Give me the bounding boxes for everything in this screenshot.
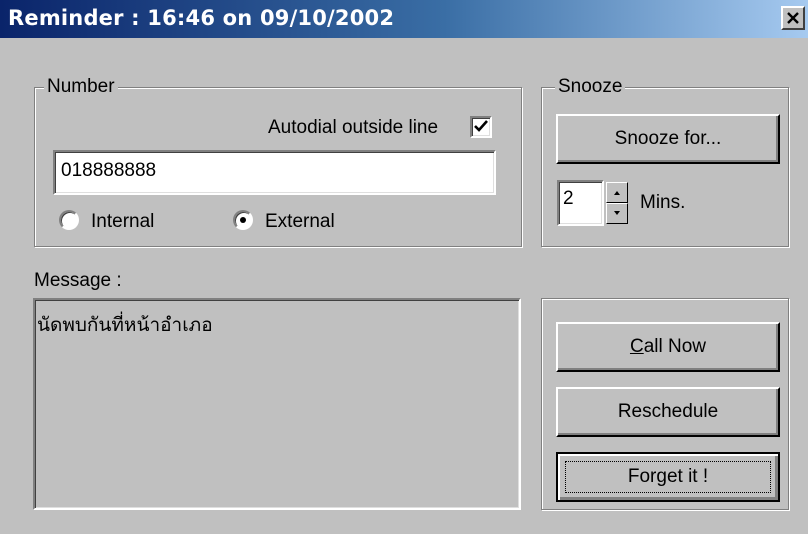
minutes-spinner-input[interactable]: 2 xyxy=(557,180,604,226)
call-now-label: Call Now xyxy=(629,336,707,357)
close-icon xyxy=(787,12,799,24)
window-title: Reminder : 16:46 on 09/10/2002 xyxy=(8,6,395,30)
message-text: นัดพบกันที่หน้าอำเภอ xyxy=(37,314,213,336)
radio-external-label: External xyxy=(265,211,335,232)
autodial-label: Autodial outside line xyxy=(268,117,439,138)
phone-number-input[interactable]: 018888888 xyxy=(53,150,496,195)
snooze-group-legend: Snooze xyxy=(555,77,626,97)
message-label: Message : xyxy=(34,270,122,291)
minutes-value: 2 xyxy=(563,188,574,209)
radio-selected-dot xyxy=(240,217,246,223)
radio-external[interactable] xyxy=(233,210,253,230)
spin-up-button[interactable] xyxy=(606,182,628,203)
reschedule-button[interactable]: Reschedule xyxy=(556,387,780,437)
forget-button[interactable]: Forget it ! xyxy=(556,452,780,502)
arrow-up-icon xyxy=(614,191,620,195)
forget-label: Forget it ! xyxy=(627,466,709,487)
checkmark-icon xyxy=(474,120,488,132)
call-now-button[interactable]: Call Now xyxy=(556,322,780,372)
mins-label: Mins. xyxy=(640,192,686,213)
autodial-checkbox[interactable] xyxy=(470,116,492,138)
phone-number-value: 018888888 xyxy=(61,160,157,181)
radio-internal-label: Internal xyxy=(91,211,155,232)
spin-down-button[interactable] xyxy=(606,203,628,224)
close-button[interactable] xyxy=(781,6,805,30)
number-group-legend: Number xyxy=(44,77,118,97)
message-textarea[interactable]: นัดพบกันที่หน้าอำเภอ xyxy=(33,298,521,510)
radio-internal[interactable] xyxy=(59,210,79,230)
snooze-for-button[interactable]: Snooze for... xyxy=(556,114,780,164)
arrow-down-icon xyxy=(614,211,620,215)
